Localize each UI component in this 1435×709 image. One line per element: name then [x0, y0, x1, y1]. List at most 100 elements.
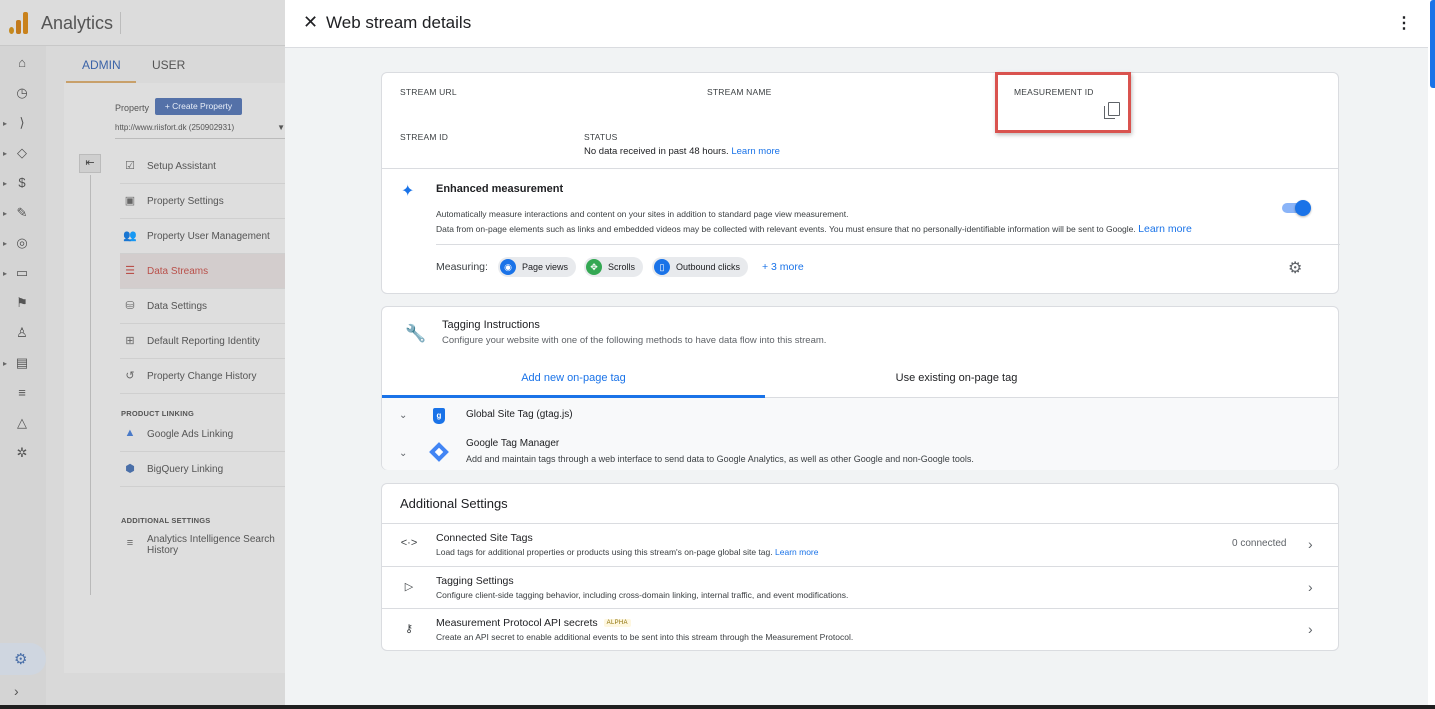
back-arrow-button[interactable]: ⇤: [79, 154, 101, 173]
tag-options: ⌄ g Global Site Tag (gtag.js) ⌄ Google T…: [382, 398, 1338, 470]
chevron-down-icon[interactable]: ⌄: [399, 410, 407, 421]
nav-bigquery-linking[interactable]: ⬢ BigQuery Linking: [120, 452, 285, 487]
additional-settings-title: Additional Settings: [400, 496, 508, 511]
nav-data-streams[interactable]: ☰ Data Streams: [120, 254, 285, 289]
devices-icon[interactable]: ▭: [13, 264, 31, 282]
tagging-instructions-card: 🔧 Tagging Instructions Configure your we…: [381, 306, 1339, 470]
row-subtitle: Configure client-side tagging behavior, …: [436, 590, 849, 600]
row-tagging-settings[interactable]: ▷ Tagging Settings Configure client-side…: [382, 566, 1338, 608]
gtag-icon: g: [433, 408, 445, 424]
enhanced-measurement-toggle[interactable]: [1282, 200, 1311, 216]
admin-area: ADMIN USER Property + Create Property ht…: [46, 46, 285, 705]
chevron-down-icon[interactable]: ⌄: [399, 448, 407, 459]
property-select[interactable]: http://www.riisfort.dk (250902931) ▼: [115, 123, 285, 139]
eye-icon: ◉: [500, 259, 516, 275]
expand-rail-icon[interactable]: ›: [14, 683, 19, 699]
row-title-text: Measurement Protocol API secrets: [436, 617, 598, 629]
expand-arrow-icon: ▸: [3, 119, 8, 128]
tab-add-new-tag[interactable]: Add new on-page tag: [382, 363, 765, 398]
option-gtm-subtitle: Add and maintain tags through a web inte…: [466, 454, 974, 464]
status-label: STATUS: [584, 132, 618, 142]
nav-label: Setup Assistant: [147, 161, 216, 172]
window-edge: [1428, 0, 1435, 705]
dropdown-caret-icon: ▼: [277, 123, 285, 132]
google-ads-icon: ▲: [124, 427, 136, 439]
shapes-icon[interactable]: △: [13, 414, 31, 432]
web-stream-drawer: ✕ Web stream details ⋮ STREAM URL STREAM…: [285, 0, 1428, 705]
nav-setup-assistant[interactable]: ☑ Setup Assistant: [120, 149, 285, 184]
stream-name-label: STREAM NAME: [707, 87, 772, 97]
nav-property-change-history[interactable]: ↺ Property Change History: [120, 359, 285, 394]
key-icon: ⚷: [404, 623, 414, 635]
chip-label: Scrolls: [608, 262, 636, 272]
status-learn-more-link[interactable]: Learn more: [731, 146, 780, 157]
nav-label: Analytics Intelligence Search History: [147, 534, 275, 556]
column-connector: [90, 175, 91, 595]
app-topbar: Analytics: [0, 0, 285, 46]
enhanced-measurement-desc: Automatically measure interactions and c…: [436, 209, 849, 219]
tab-user[interactable]: USER: [152, 58, 185, 72]
nav-google-ads-linking[interactable]: ▲ Google Ads Linking: [120, 417, 285, 452]
nav-label: Data Settings: [147, 301, 208, 312]
status-value: No data received in past 48 hours. Learn…: [584, 146, 780, 157]
option-gtm-title[interactable]: Google Tag Manager: [466, 438, 559, 449]
debug-icon[interactable]: ✲: [13, 444, 31, 462]
checkbox-icon: ☑: [125, 160, 135, 172]
tab-use-existing-tag[interactable]: Use existing on-page tag: [765, 363, 1148, 398]
more-measurements-link[interactable]: + 3 more: [762, 261, 804, 273]
report-icon[interactable]: ▤: [13, 354, 31, 372]
tab-admin[interactable]: ADMIN: [82, 58, 121, 72]
status-text: No data received in past 48 hours.: [584, 146, 729, 157]
measuring-label: Measuring:: [436, 261, 488, 273]
nav-label: Google Ads Linking: [147, 429, 234, 440]
chip-label: Page views: [522, 262, 569, 272]
stream-url-label: STREAM URL: [400, 87, 457, 97]
chip-page-views: ◉ Page views: [498, 257, 577, 277]
property-column: Property + Create Property http://www.ri…: [64, 83, 285, 673]
chip-label: Outbound clicks: [676, 262, 741, 272]
people-icon: 👥: [123, 230, 137, 242]
enhanced-learn-more-link[interactable]: Learn more: [1138, 223, 1192, 235]
gear-icon: ⚙: [14, 651, 28, 668]
gtm-icon: [429, 442, 449, 462]
nav-label: Default Reporting Identity: [147, 336, 260, 347]
nav-intelligence-search-history[interactable]: ≡ Analytics Intelligence Search History: [120, 527, 285, 567]
measurement-id-highlight: [995, 72, 1131, 133]
gear-icon[interactable]: ⚙: [1288, 258, 1302, 278]
chevron-right-icon: ›: [1308, 579, 1313, 595]
row-subtitle-text: Load tags for additional properties or p…: [436, 547, 773, 557]
flag-icon[interactable]: ⚑: [13, 294, 31, 312]
chip-scrolls: ✥ Scrolls: [584, 257, 644, 277]
dollar-icon[interactable]: $: [13, 174, 31, 192]
tag-icon[interactable]: ◇: [13, 144, 31, 162]
scroll-icon: ✥: [586, 259, 602, 275]
user-hand-icon[interactable]: ♙: [13, 324, 31, 342]
row-connected-site-tags[interactable]: <·> Connected Site Tags Load tags for ad…: [382, 523, 1338, 565]
property-label: Property: [115, 103, 150, 113]
globe-icon[interactable]: ◎: [13, 234, 31, 252]
option-gtag-title[interactable]: Global Site Tag (gtag.js): [466, 409, 573, 420]
history-icon: ↺: [125, 370, 135, 382]
app-title: Analytics: [41, 13, 114, 33]
audience-icon[interactable]: ≡: [13, 384, 31, 402]
connected-learn-more-link[interactable]: Learn more: [775, 547, 818, 557]
more-vert-icon[interactable]: ⋮: [1396, 13, 1412, 33]
nav-default-reporting-identity[interactable]: ⊞ Default Reporting Identity: [120, 324, 285, 359]
nav-data-settings[interactable]: ⛁ Data Settings: [120, 289, 285, 324]
clock-icon[interactable]: ◷: [13, 84, 31, 102]
nav-rail: ⌂ ◷ ▸ ⟩ ▸ ◇ ▸ $ ▸ ✎ ▸ ◎ ▸ ▭ ⚑ ♙ ▸ ▤ ≡ △ …: [0, 46, 46, 705]
close-icon[interactable]: ✕: [303, 12, 318, 33]
nav-property-user-management[interactable]: 👥 Property User Management: [120, 219, 285, 254]
nav-label: BigQuery Linking: [147, 464, 224, 475]
nav-property-settings[interactable]: ▣ Property Settings: [120, 184, 285, 219]
mouse-icon: ▯: [654, 259, 670, 275]
expand-arrow-icon: ▸: [3, 179, 8, 188]
admin-rail-button[interactable]: ⚙: [0, 643, 46, 675]
create-property-button[interactable]: + Create Property: [155, 98, 242, 115]
scroll-indicator[interactable]: [1430, 0, 1435, 88]
nav-label: Data Streams: [147, 266, 209, 277]
home-icon[interactable]: ⌂: [13, 54, 31, 72]
tools-icon[interactable]: ✎: [13, 204, 31, 222]
row-measurement-protocol[interactable]: ⚷ Measurement Protocol API secrets ALPHA …: [382, 608, 1338, 650]
acquisition-icon[interactable]: ⟩: [13, 114, 31, 132]
